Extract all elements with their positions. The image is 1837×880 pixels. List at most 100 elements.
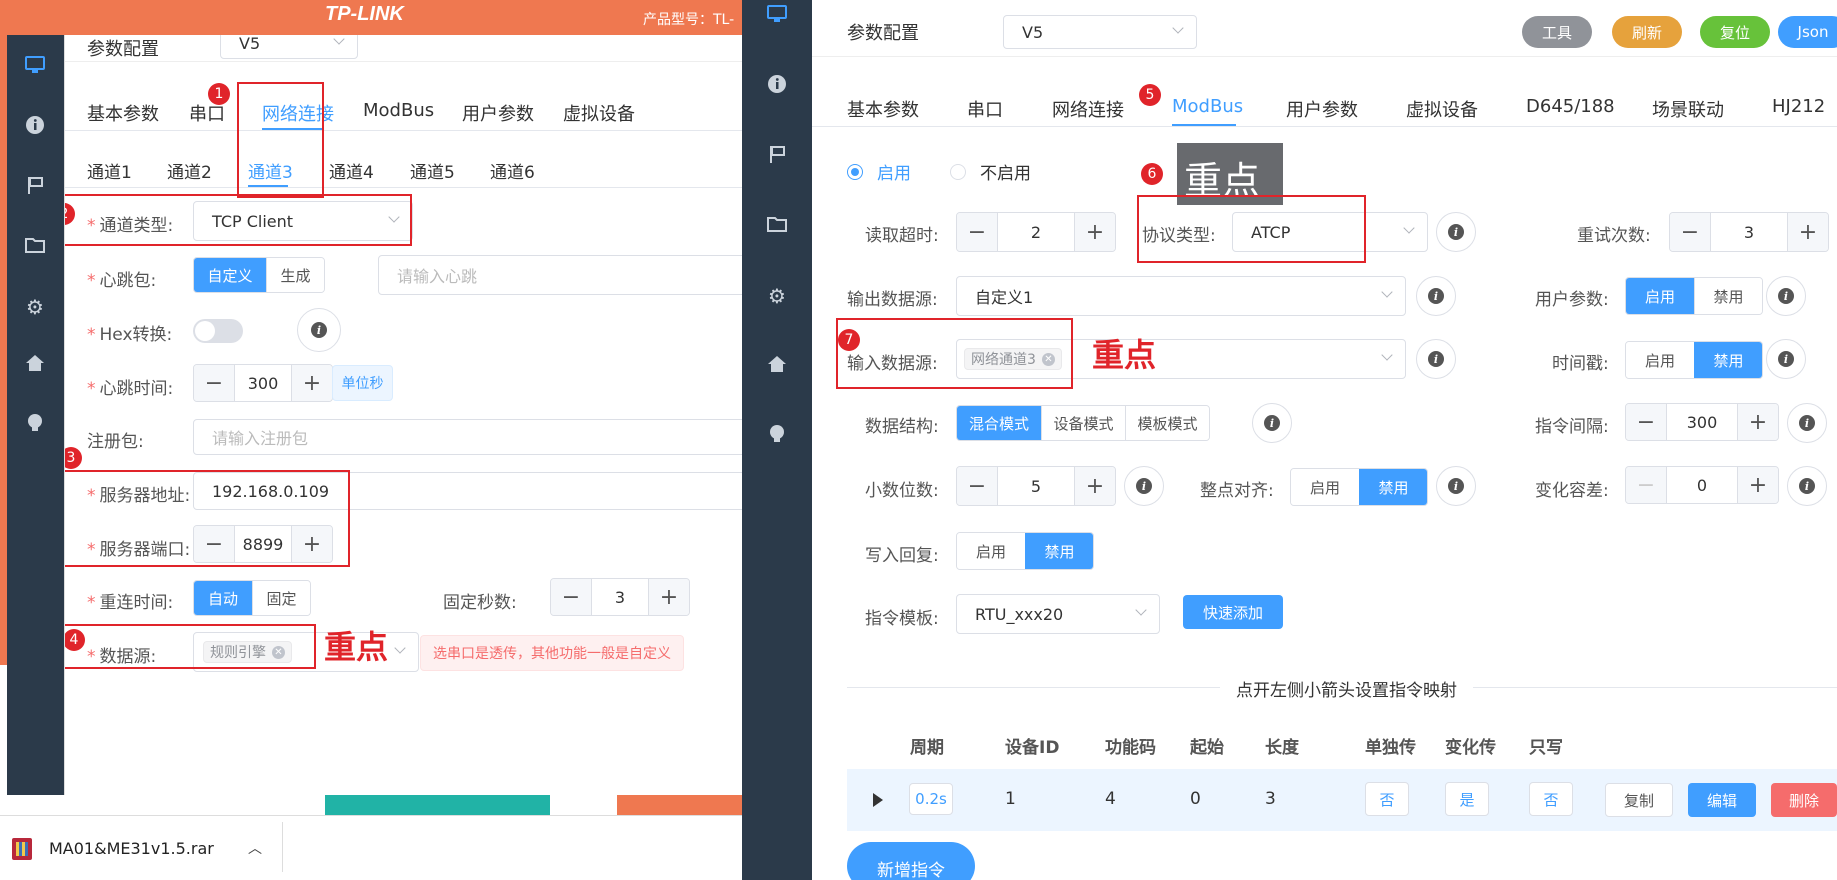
timestamp-disable[interactable]: 禁用 [1694, 342, 1762, 378]
minus-button[interactable]: − [957, 213, 997, 251]
decimals-stepper[interactable]: −5 + [956, 466, 1116, 506]
fixed-seconds-stepper[interactable]: −3 + [550, 578, 690, 616]
user-param-enable[interactable]: 启用 [1626, 278, 1694, 314]
heartbeat-generate-option[interactable]: 生成 [266, 258, 324, 292]
mode-template[interactable]: 模板模式 [1125, 406, 1209, 440]
disable-radio[interactable]: 不启用 [950, 159, 1031, 184]
download-file-name[interactable]: MA01&ME31v1.5.rar [49, 839, 214, 858]
mode-mixed[interactable]: 混合模式 [957, 406, 1041, 440]
tab-virtual-device[interactable]: 虚拟设备 [563, 100, 635, 126]
info-icon[interactable]: i [1124, 466, 1164, 506]
chevron-up-icon[interactable]: ︿ [248, 838, 262, 858]
version-select[interactable]: V5 [1003, 15, 1197, 49]
align-toggle[interactable]: 启用 禁用 [1290, 468, 1428, 506]
folder-icon[interactable] [23, 235, 47, 259]
change-cell[interactable]: 是 [1445, 782, 1489, 816]
info-icon[interactable]: i [1436, 466, 1476, 506]
plus-button[interactable]: + [1738, 404, 1778, 440]
plus-button[interactable]: + [1738, 467, 1778, 503]
heartbeat-input[interactable]: 请输入心跳 [378, 255, 754, 295]
info-icon[interactable]: i [1416, 276, 1456, 316]
minus-button[interactable]: − [1626, 404, 1666, 440]
info-icon[interactable]: i [1252, 403, 1292, 443]
plus-button[interactable]: + [1075, 213, 1115, 251]
tab-modbus[interactable]: ModBus [363, 100, 434, 121]
tab-channel-1[interactable]: 通道1 [87, 158, 132, 183]
info-icon[interactable]: i [1436, 212, 1476, 252]
tab-user-params[interactable]: 用户参数 [1286, 96, 1358, 122]
info-icon[interactable]: i [297, 308, 341, 352]
reset-button[interactable]: 复位 [1700, 16, 1770, 48]
refresh-button[interactable]: 刷新 [1612, 16, 1682, 48]
info-icon[interactable] [765, 74, 789, 98]
tab-channel-4[interactable]: 通道4 [329, 158, 374, 183]
tab-virtual-device[interactable]: 虚拟设备 [1406, 96, 1478, 122]
minus-button[interactable]: − [194, 365, 234, 401]
heartbeat-custom-option[interactable]: 自定义 [194, 258, 266, 292]
tab-d645[interactable]: D645/188 [1526, 96, 1615, 117]
quick-add-button[interactable]: 快速添加 [1183, 595, 1283, 629]
tab-channel-2[interactable]: 通道2 [167, 158, 212, 183]
info-icon[interactable] [23, 115, 47, 139]
tab-basic[interactable]: 基本参数 [87, 100, 159, 126]
period-cell[interactable]: 0.2s [909, 783, 953, 815]
info-icon[interactable]: i [1766, 339, 1806, 379]
tab-network[interactable]: 网络连接 [1052, 96, 1124, 122]
reconnect-mode-toggle[interactable]: 自动 固定 [193, 580, 311, 616]
read-timeout-stepper[interactable]: −2 + [956, 212, 1116, 252]
align-disable[interactable]: 禁用 [1359, 469, 1427, 505]
timestamp-enable[interactable]: 启用 [1626, 342, 1694, 378]
edit-button[interactable]: 编辑 [1688, 783, 1756, 817]
plus-button[interactable]: + [1788, 213, 1828, 251]
info-icon[interactable]: i [1787, 466, 1827, 506]
tab-serial[interactable]: 串口 [967, 96, 1003, 122]
monitor-icon[interactable] [23, 55, 47, 79]
info-icon[interactable]: i [1416, 339, 1456, 379]
heartbeat-mode-toggle[interactable]: 自定义 生成 [193, 257, 325, 293]
tab-scene-linkage[interactable]: 场景联动 [1652, 96, 1724, 122]
tolerance-stepper[interactable]: −0 + [1625, 466, 1779, 504]
add-command-button[interactable]: 新增指令 [847, 842, 975, 880]
plus-button[interactable]: + [649, 579, 689, 615]
folder-icon[interactable] [765, 214, 789, 238]
write-only-cell[interactable]: 否 [1529, 782, 1573, 816]
cmd-interval-stepper[interactable]: −300 + [1625, 403, 1779, 441]
info-icon[interactable]: i [1787, 403, 1827, 443]
tab-modbus[interactable]: ModBus [1172, 96, 1243, 117]
mode-device[interactable]: 设备模式 [1041, 406, 1125, 440]
reconnect-auto-option[interactable]: 自动 [194, 581, 252, 615]
minus-button[interactable]: − [1670, 213, 1710, 251]
delete-button[interactable]: 删除 [1771, 783, 1837, 817]
bulb-icon[interactable] [23, 413, 47, 437]
tools-button[interactable]: 工具 [1522, 16, 1592, 48]
retry-stepper[interactable]: −3 + [1669, 212, 1829, 252]
heartbeat-time-stepper[interactable]: −300 + [193, 364, 333, 402]
minus-button[interactable]: − [551, 579, 591, 615]
tab-channel-5[interactable]: 通道5 [410, 158, 455, 183]
flag-icon[interactable] [765, 144, 789, 168]
solo-cell[interactable]: 否 [1365, 782, 1409, 816]
gear-icon[interactable]: ⚙ [765, 284, 789, 308]
cmd-template-select[interactable]: RTU_xxx20 [956, 594, 1160, 634]
home-icon[interactable] [765, 354, 789, 378]
output-source-select[interactable]: 自定义1 [956, 276, 1406, 316]
write-reply-toggle[interactable]: 启用 禁用 [956, 532, 1094, 570]
user-param-disable[interactable]: 禁用 [1694, 278, 1762, 314]
align-enable[interactable]: 启用 [1291, 469, 1359, 505]
minus-button[interactable]: − [1626, 467, 1666, 503]
version-select[interactable]: V5 [220, 35, 358, 59]
write-reply-disable[interactable]: 禁用 [1025, 533, 1093, 569]
hex-switch[interactable] [193, 319, 243, 343]
write-reply-enable[interactable]: 启用 [957, 533, 1025, 569]
reconnect-fixed-option[interactable]: 固定 [252, 581, 310, 615]
minus-button[interactable]: − [957, 467, 997, 505]
bulb-icon[interactable] [765, 424, 789, 448]
tab-channel-6[interactable]: 通道6 [490, 158, 535, 183]
timestamp-toggle[interactable]: 启用 禁用 [1625, 341, 1763, 379]
monitor-icon[interactable] [765, 4, 789, 28]
enable-radio[interactable]: 启用 [847, 159, 911, 184]
tab-user-params[interactable]: 用户参数 [462, 100, 534, 126]
copy-button[interactable]: 复制 [1605, 783, 1673, 817]
user-param-toggle[interactable]: 启用 禁用 [1625, 277, 1763, 315]
plus-button[interactable]: + [1075, 467, 1115, 505]
